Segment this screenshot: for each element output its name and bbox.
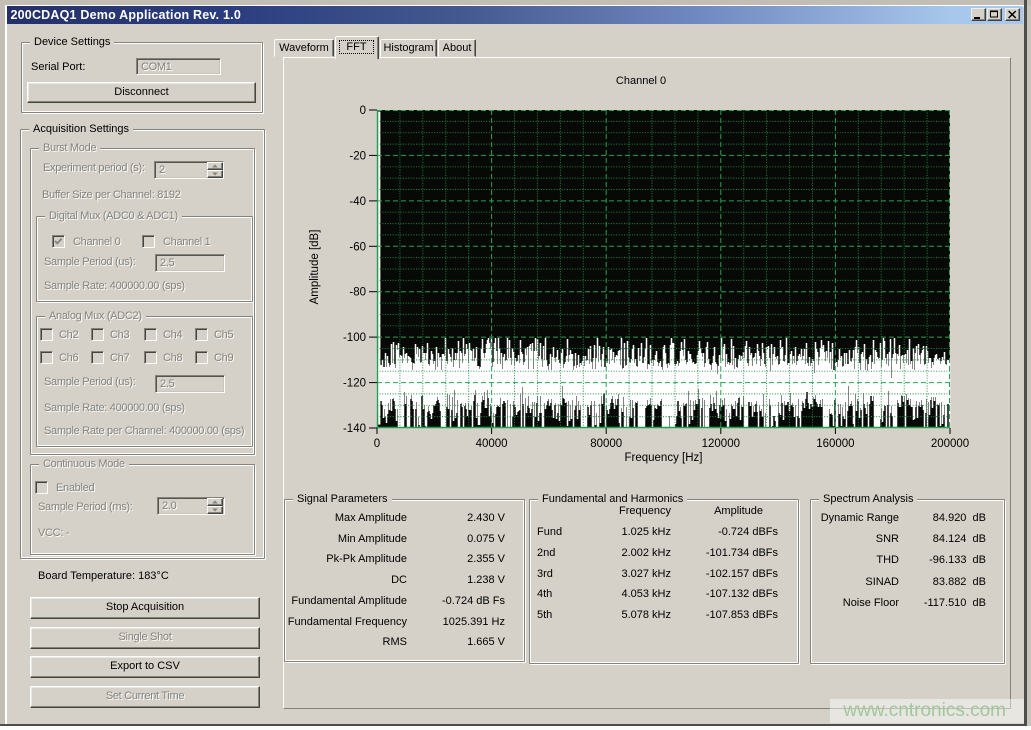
svg-text:120000: 120000 (702, 438, 740, 450)
svg-text:0: 0 (374, 438, 380, 450)
svg-text:-80: -80 (349, 287, 366, 299)
svg-text:40000: 40000 (476, 438, 508, 450)
svg-text:-100: -100 (343, 332, 366, 344)
svg-text:Frequency [Hz]: Frequency [Hz] (625, 452, 703, 464)
svg-text:80000: 80000 (590, 438, 622, 450)
svg-text:200000: 200000 (931, 438, 969, 450)
svg-text:-120: -120 (343, 378, 366, 390)
svg-text:0: 0 (360, 105, 366, 117)
svg-text:-140: -140 (343, 423, 366, 435)
svg-text:-40: -40 (349, 196, 366, 208)
svg-text:Amplitude [dB]: Amplitude [dB] (309, 230, 321, 305)
svg-text:-20: -20 (349, 150, 366, 162)
svg-text:160000: 160000 (816, 438, 854, 450)
svg-text:-60: -60 (349, 241, 366, 253)
